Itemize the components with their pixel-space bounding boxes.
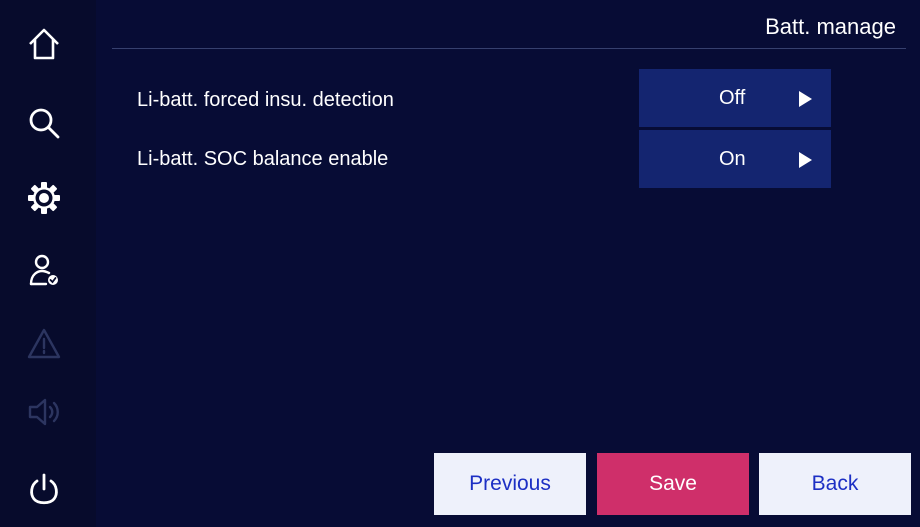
home-icon[interactable] bbox=[22, 22, 66, 66]
setting-label-soc-balance-enable: Li-batt. SOC balance enable bbox=[137, 148, 389, 170]
setting-value-text: Off bbox=[719, 86, 746, 109]
back-button[interactable]: Back bbox=[759, 453, 911, 515]
user-check-icon[interactable] bbox=[22, 248, 66, 292]
setting-label-forced-insu-detection: Li-batt. forced insu. detection bbox=[137, 89, 394, 111]
play-arrow-icon bbox=[799, 152, 812, 168]
previous-button[interactable]: Previous bbox=[434, 453, 586, 515]
setting-value-forced-insu-detection[interactable]: Off bbox=[639, 69, 831, 127]
header-divider bbox=[112, 48, 906, 49]
setting-value-text: On bbox=[719, 147, 746, 170]
save-button[interactable]: Save bbox=[597, 453, 749, 515]
sidebar bbox=[0, 0, 96, 527]
setting-value-soc-balance-enable[interactable]: On bbox=[639, 130, 831, 188]
warning-icon bbox=[22, 322, 66, 366]
speaker-icon bbox=[22, 390, 66, 434]
page-title: Batt. manage bbox=[765, 14, 896, 39]
play-arrow-icon bbox=[799, 91, 812, 107]
gear-icon[interactable] bbox=[22, 176, 66, 220]
power-icon[interactable] bbox=[22, 468, 66, 512]
search-icon[interactable] bbox=[22, 101, 66, 145]
